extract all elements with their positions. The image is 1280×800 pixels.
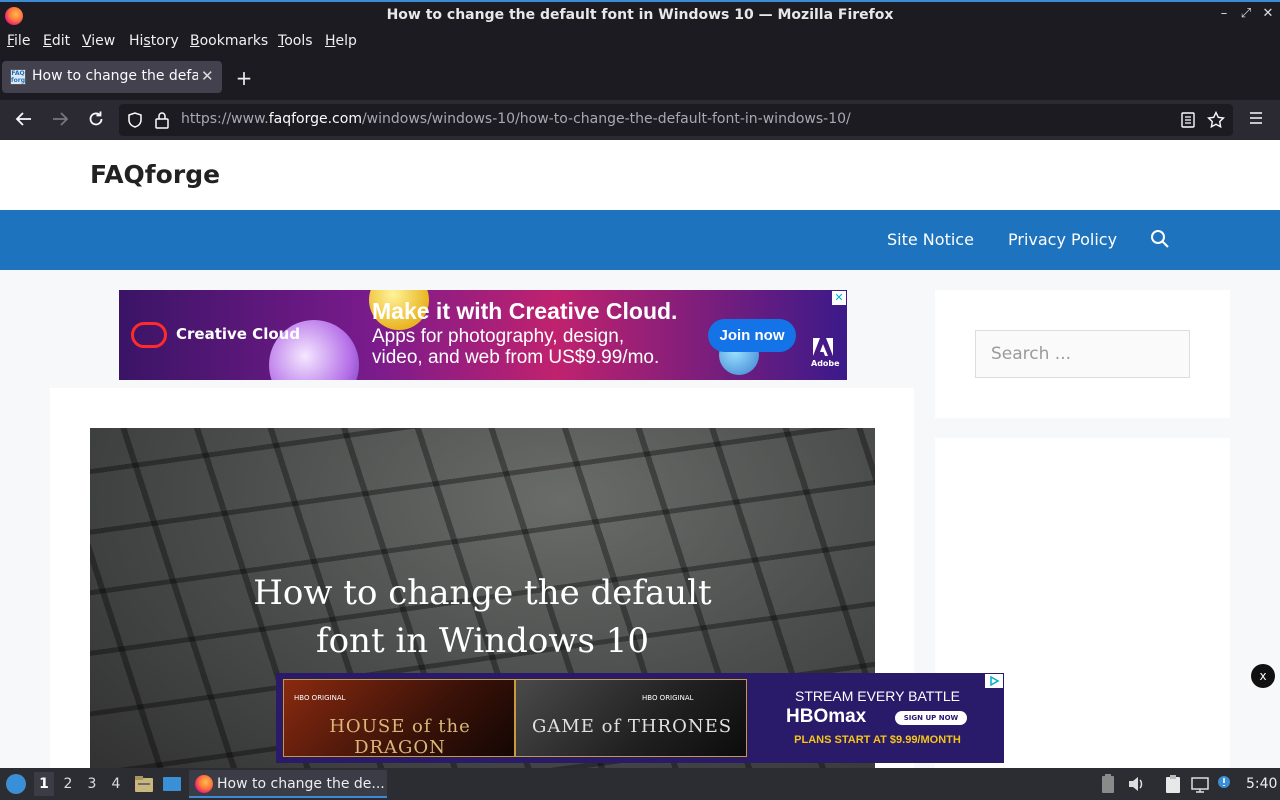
window-titlebar: How to change the default font in Window… bbox=[0, 0, 1280, 30]
ad-join-now-button[interactable]: Join now bbox=[708, 319, 796, 352]
ad-subtext-line1: Apps for photography, design, bbox=[372, 326, 625, 347]
taskbar-window-title: How to change the de... bbox=[217, 776, 385, 792]
url-bar[interactable]: https://www.faqforge.com/windows/windows… bbox=[119, 104, 1233, 136]
ad-offer-text: PLANS START AT $9.99/MONTH bbox=[794, 734, 961, 746]
tab-strip: FAQ forge How to change the default font… bbox=[0, 54, 1280, 100]
reload-button[interactable] bbox=[85, 110, 107, 130]
ad-close-icon[interactable]: ✕ bbox=[832, 291, 846, 305]
ad-banner-creative-cloud[interactable]: Creative Cloud Make it with Creative Clo… bbox=[119, 290, 847, 380]
search-icon[interactable] bbox=[1150, 229, 1170, 249]
menu-tools[interactable]: Tools bbox=[278, 33, 313, 49]
tab-close-icon[interactable]: ✕ bbox=[201, 67, 214, 85]
tab-active[interactable]: FAQ forge How to change the default font… bbox=[2, 61, 222, 93]
bookmark-star-icon[interactable] bbox=[1207, 111, 1225, 129]
sticky-ad-close-button[interactable]: x bbox=[1251, 664, 1275, 688]
adobe-logo-icon bbox=[813, 338, 833, 356]
ad-brand: Creative Cloud bbox=[176, 325, 301, 343]
ad-headline: STREAM EVERY BATTLE bbox=[795, 688, 960, 704]
navigation-toolbar: https://www.faqforge.com/windows/windows… bbox=[0, 100, 1280, 140]
shield-icon[interactable] bbox=[127, 112, 143, 128]
search-placeholder: Search ... bbox=[991, 344, 1072, 364]
menu-history[interactable]: History bbox=[129, 33, 179, 49]
workspace-2[interactable]: 2 bbox=[58, 776, 78, 792]
window-title: How to change the default font in Window… bbox=[386, 7, 894, 23]
menu-edit[interactable]: Edit bbox=[43, 33, 70, 49]
start-menu-icon[interactable] bbox=[6, 774, 26, 794]
volume-icon[interactable] bbox=[1126, 774, 1146, 794]
hbomax-logo: HBOmax bbox=[786, 706, 867, 727]
maximize-button[interactable]: ⤢ bbox=[1237, 6, 1255, 21]
taskbar-firefox-window[interactable]: How to change the de... bbox=[189, 770, 387, 798]
workspace-1[interactable]: 1 bbox=[34, 772, 54, 796]
site-header: FAQforge bbox=[0, 140, 1280, 210]
battery-icon[interactable] bbox=[1098, 774, 1118, 794]
reader-view-icon[interactable] bbox=[1181, 112, 1195, 128]
site-navigation: Site Notice Privacy Policy bbox=[0, 210, 1280, 270]
back-button[interactable] bbox=[13, 110, 35, 130]
menu-bookmarks[interactable]: Bookmarks bbox=[190, 33, 268, 49]
menu-bar: File Edit View History Bookmarks Tools H… bbox=[0, 30, 1280, 54]
ad-show1-title: HOUSE of the DRAGON bbox=[329, 716, 471, 758]
hamburger-menu-icon bbox=[1250, 112, 1262, 124]
reload-icon bbox=[89, 111, 103, 126]
ad-banner-hbomax[interactable]: HBO ORIGINAL HOUSE of the DRAGON HBO ORI… bbox=[276, 673, 1004, 763]
minimize-button[interactable]: – bbox=[1215, 6, 1233, 21]
forward-button[interactable] bbox=[49, 110, 71, 130]
ad-game-of-thrones-image: HBO ORIGINAL GAME of THRONES bbox=[515, 679, 747, 757]
web-page: FAQforge Site Notice Privacy Policy Crea… bbox=[0, 140, 1280, 768]
ad-show2-title: GAME of THRONES bbox=[531, 716, 733, 737]
nav-privacy-policy[interactable]: Privacy Policy bbox=[1008, 230, 1117, 249]
file-manager-icon[interactable] bbox=[134, 774, 154, 794]
taskbar: 1 2 3 4 How to change the de... 5:40 bbox=[0, 768, 1280, 800]
firefox-icon bbox=[195, 775, 213, 793]
creative-cloud-logo-icon bbox=[131, 322, 167, 348]
lock-icon[interactable] bbox=[154, 111, 170, 129]
hero-title-line1: How to change the default bbox=[253, 573, 712, 613]
app-menu-button[interactable] bbox=[1245, 110, 1267, 130]
workspace-4[interactable]: 4 bbox=[106, 776, 126, 792]
arrow-right-icon bbox=[53, 112, 69, 126]
close-window-button[interactable]: ✕ bbox=[1259, 6, 1277, 21]
notification-icon[interactable] bbox=[1216, 774, 1236, 794]
sidebar-search-input[interactable]: Search ... bbox=[975, 330, 1190, 378]
nav-site-notice[interactable]: Site Notice bbox=[887, 230, 974, 249]
ad-subtext-line2: video, and web from US$9.99/mo. bbox=[372, 347, 660, 368]
new-tab-button[interactable]: + bbox=[234, 66, 254, 90]
network-icon[interactable] bbox=[1190, 774, 1210, 794]
clock: 5:40 bbox=[1246, 776, 1278, 792]
site-title-link[interactable]: FAQforge bbox=[90, 160, 220, 189]
workspace-3[interactable]: 3 bbox=[82, 776, 102, 792]
arrow-left-icon bbox=[15, 112, 31, 126]
ad-headline: Make it with Creative Cloud. bbox=[372, 298, 678, 324]
adchoices-icon[interactable] bbox=[985, 674, 1003, 688]
hbo-original-badge: HBO ORIGINAL bbox=[642, 694, 694, 702]
ad-sign-up-button[interactable]: SIGN UP NOW bbox=[895, 711, 967, 725]
site-favicon: FAQ forge bbox=[10, 69, 26, 85]
clipboard-icon[interactable] bbox=[1163, 774, 1183, 794]
ad-house-of-the-dragon-image: HBO ORIGINAL HOUSE of the DRAGON bbox=[283, 679, 515, 758]
sidebar-search-widget: Search ... bbox=[935, 290, 1230, 418]
url-text[interactable]: https://www.faqforge.com/windows/windows… bbox=[181, 111, 851, 127]
menu-view[interactable]: View bbox=[82, 33, 115, 49]
tab-title: How to change the default font in Window… bbox=[32, 68, 198, 84]
menu-help[interactable]: Help bbox=[325, 33, 357, 49]
adobe-logo-text: Adobe bbox=[811, 359, 840, 368]
hbo-original-badge: HBO ORIGINAL bbox=[294, 694, 346, 702]
menu-file[interactable]: File bbox=[7, 33, 30, 49]
hero-title-line2: font in Windows 10 bbox=[316, 621, 649, 661]
desktop-icon[interactable] bbox=[162, 774, 182, 794]
